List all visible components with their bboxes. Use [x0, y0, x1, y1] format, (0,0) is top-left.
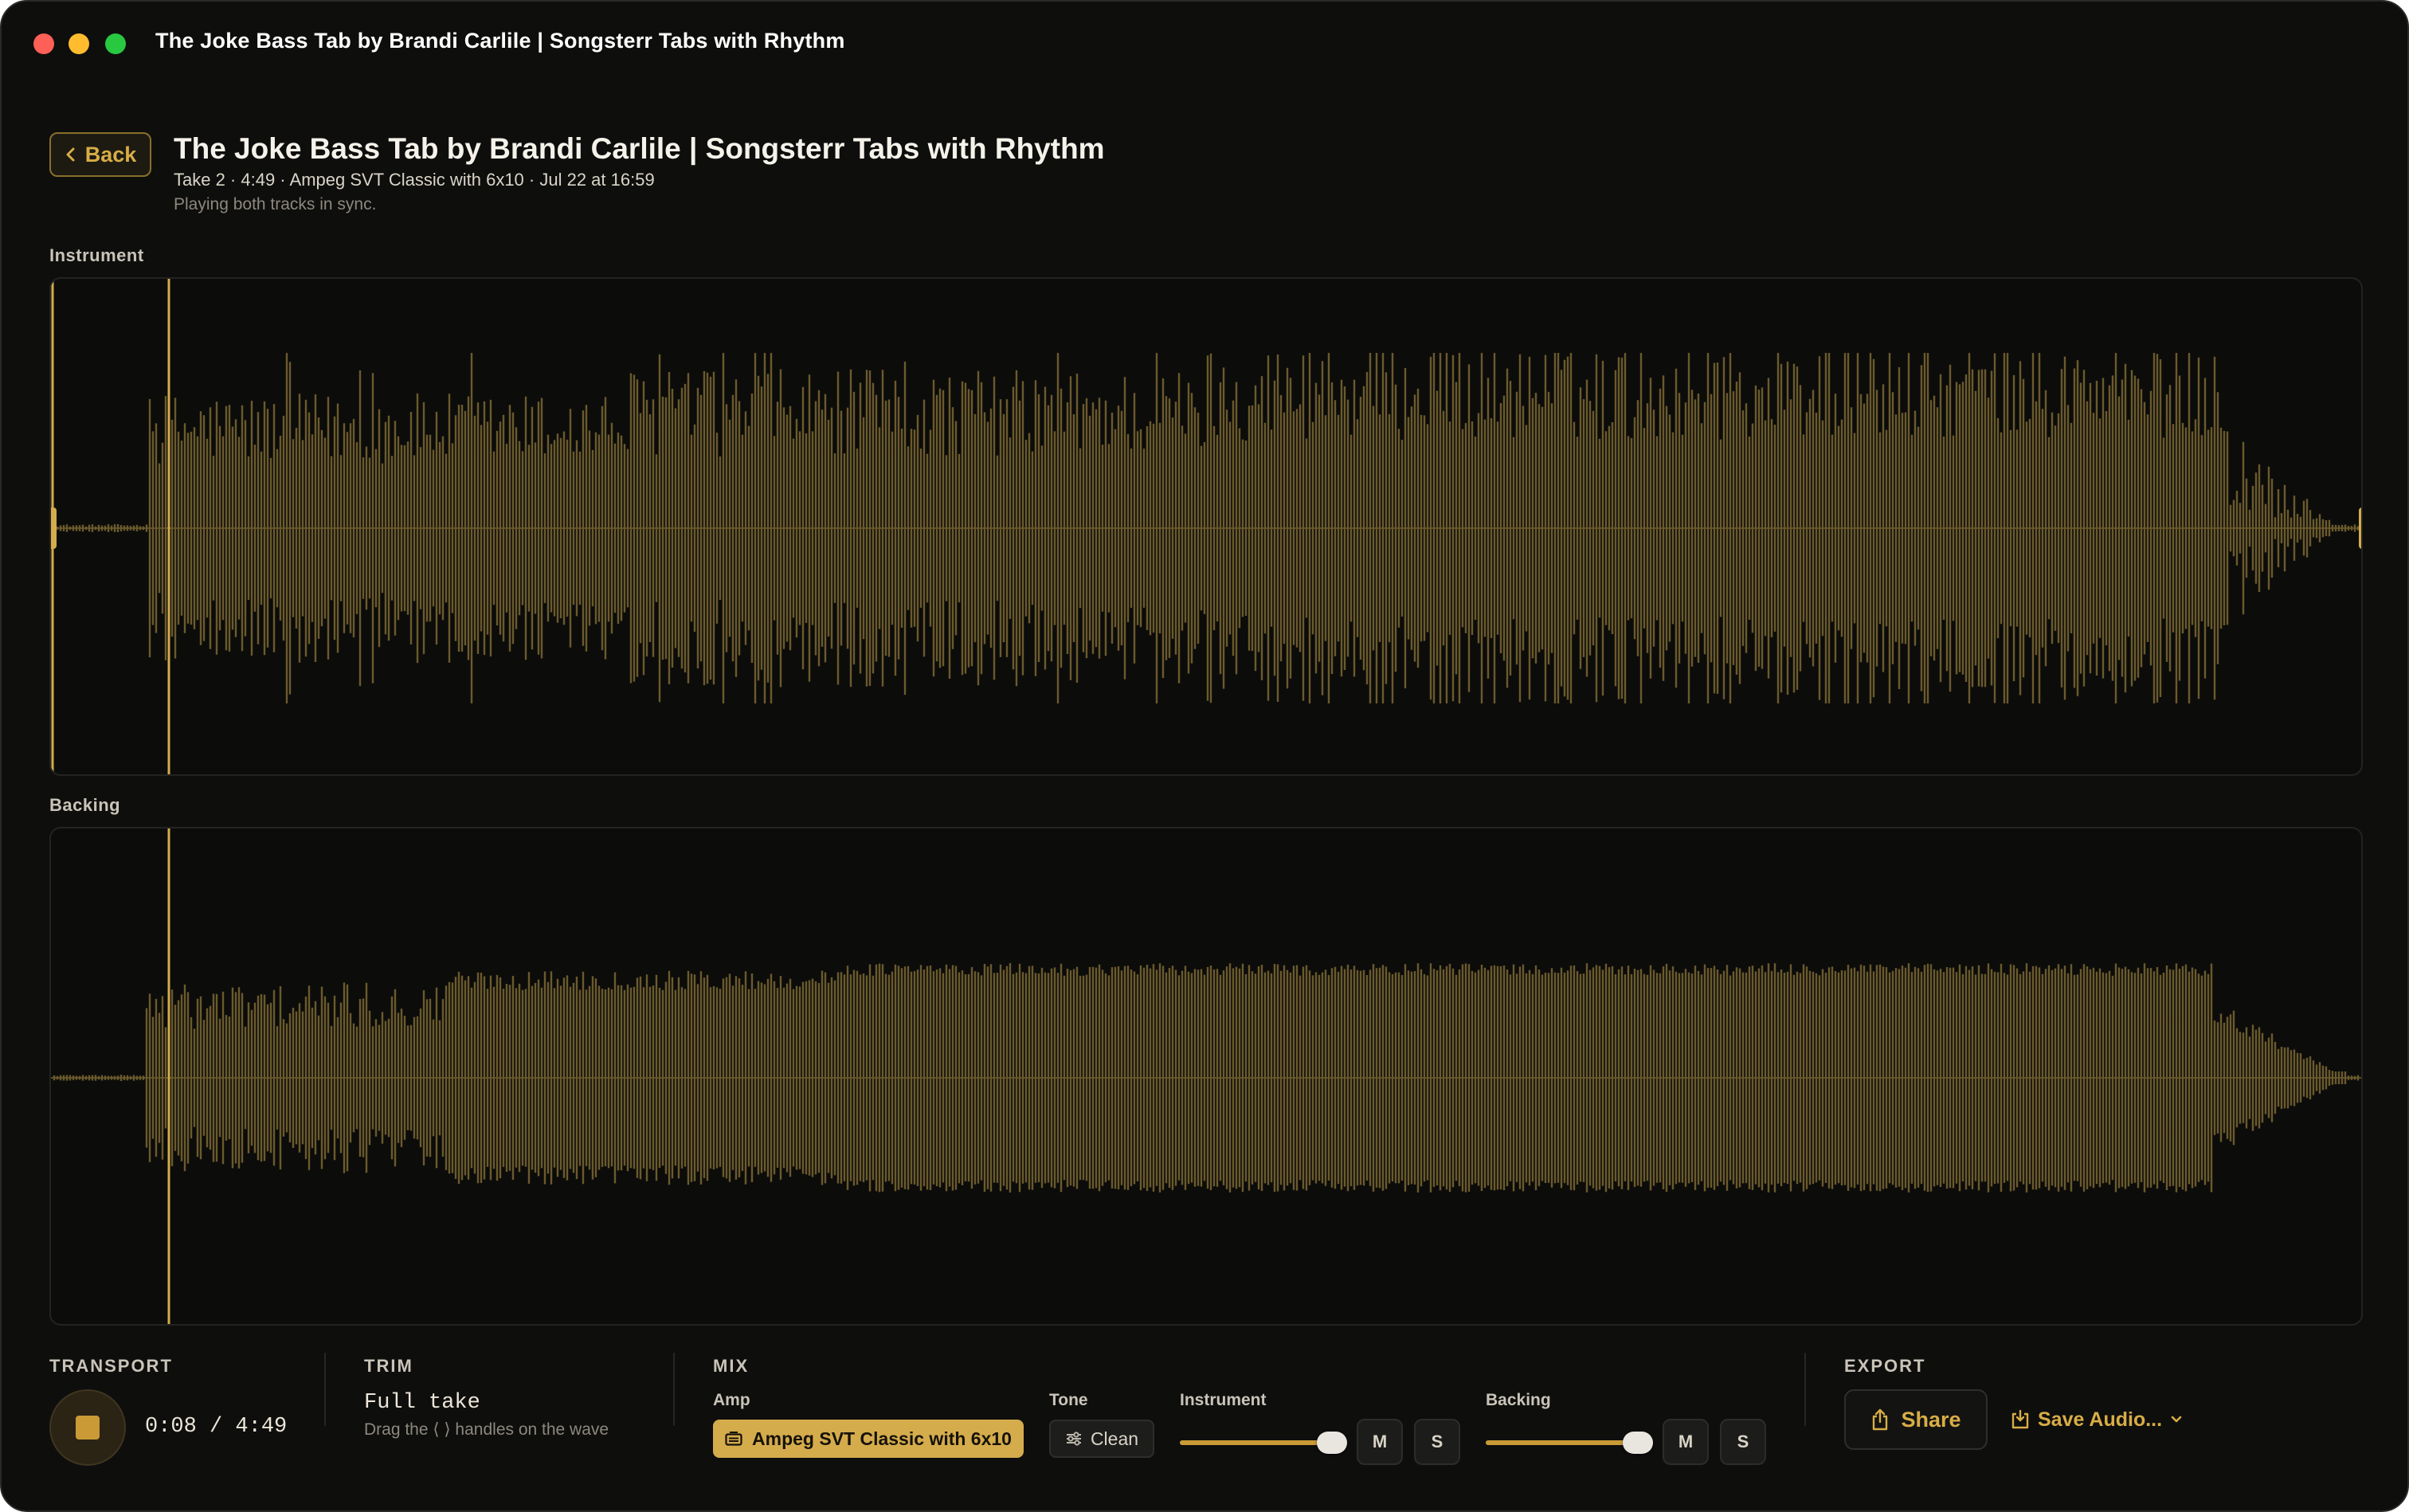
close-window-button[interactable]	[33, 33, 54, 54]
instrument-waveform-svg[interactable]	[51, 279, 2363, 776]
instrument-volume-slider[interactable]	[1180, 1432, 1347, 1454]
mix-heading: MIX	[713, 1356, 750, 1376]
transport-heading: TRANSPORT	[49, 1356, 173, 1376]
page-title: The Joke Bass Tab by Brandi Carlile | So…	[174, 132, 1105, 165]
sliders-icon	[1066, 1432, 1081, 1446]
amp-select-button[interactable]: Ampeg SVT Classic with 6x10	[713, 1420, 1024, 1458]
slider-knob[interactable]	[1623, 1432, 1653, 1454]
slider-fill	[1180, 1440, 1332, 1445]
instrument-volume-label: Instrument	[1180, 1391, 1267, 1409]
backing-solo-button[interactable]: S	[1720, 1419, 1766, 1465]
section-divider	[1804, 1353, 1806, 1426]
backing-volume-slider[interactable]	[1486, 1432, 1653, 1454]
backing-track-label: Backing	[49, 795, 121, 815]
app-window: The Joke Bass Tab by Brandi Carlile | So…	[0, 0, 2409, 1512]
section-divider	[324, 1353, 326, 1426]
save-audio-label: Save Audio...	[2038, 1408, 2163, 1431]
amp-icon	[725, 1432, 742, 1446]
instrument-track-label: Instrument	[49, 245, 144, 265]
back-button-label: Back	[84, 142, 137, 166]
playback-status: Playing both tracks in sync.	[174, 195, 377, 213]
instrument-solo-button[interactable]: S	[1414, 1419, 1460, 1465]
save-icon	[2011, 1409, 2029, 1429]
title-bar: The Joke Bass Tab by Brandi Carlile | So…	[2, 2, 2407, 84]
tone-select-label: Clean	[1090, 1428, 1139, 1449]
instrument-mute-button[interactable]: M	[1357, 1419, 1403, 1465]
backing-mute-button[interactable]: M	[1663, 1419, 1709, 1465]
section-divider	[673, 1353, 675, 1426]
share-icon	[1873, 1408, 1888, 1431]
export-heading: EXPORT	[1844, 1356, 1926, 1376]
maximize-window-button[interactable]	[105, 33, 126, 54]
window-title: The Joke Bass Tab by Brandi Carlile | So…	[155, 29, 845, 53]
amp-label: Amp	[713, 1391, 750, 1409]
backing-waveform[interactable]	[49, 827, 2363, 1326]
stop-icon	[76, 1416, 100, 1440]
take-metadata: Take 2 · 4:49 · Ampeg SVT Classic with 6…	[174, 170, 655, 190]
tone-select-button[interactable]: Clean	[1049, 1420, 1154, 1458]
save-audio-menu-button[interactable]: Save Audio...	[2011, 1404, 2183, 1436]
amp-select-label: Ampeg SVT Classic with 6x10	[752, 1428, 1012, 1449]
backing-waveform-svg[interactable]	[51, 828, 2363, 1326]
share-button-label: Share	[1901, 1407, 1961, 1432]
backing-volume-label: Backing	[1486, 1391, 1551, 1409]
slider-fill	[1486, 1440, 1638, 1445]
trim-hint: Drag the ⟨ ⟩ handles on the wave	[364, 1420, 609, 1439]
minimize-window-button[interactable]	[69, 33, 89, 54]
playback-time: 0:08 / 4:49	[145, 1415, 288, 1439]
chevron-left-icon	[66, 147, 75, 162]
tone-label: Tone	[1049, 1391, 1088, 1409]
share-button[interactable]: Share	[1844, 1389, 1988, 1450]
trim-heading: TRIM	[364, 1356, 413, 1376]
chevron-down-icon	[2171, 1416, 2182, 1423]
trim-value: Full take	[364, 1391, 480, 1415]
instrument-waveform[interactable]	[49, 277, 2363, 776]
stop-button[interactable]	[49, 1389, 126, 1466]
back-button[interactable]: Back	[49, 132, 151, 177]
slider-knob[interactable]	[1317, 1432, 1347, 1454]
